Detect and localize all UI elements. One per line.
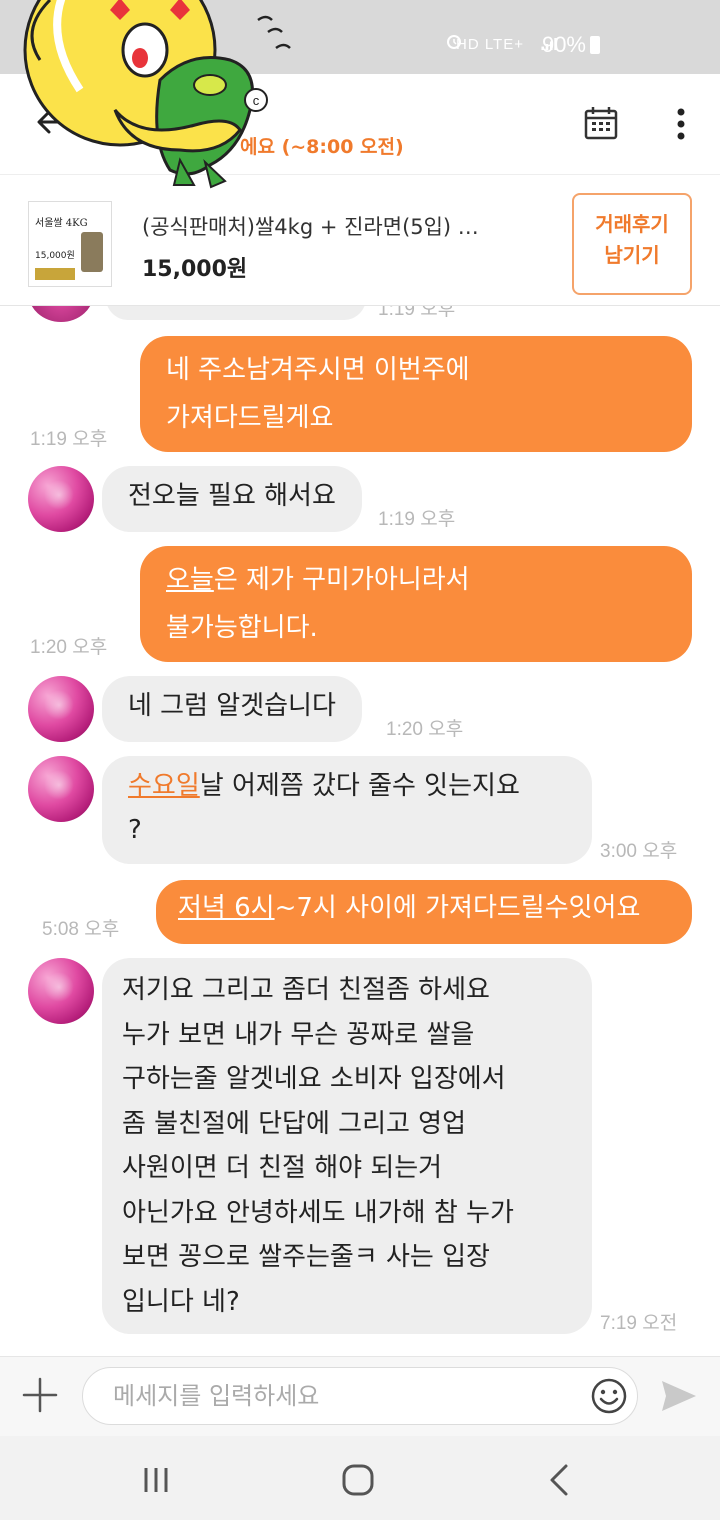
header-subtitle: 에요 (~8:00 오전) (240, 136, 404, 158)
message-time: 1:19 오후 (30, 429, 108, 450)
product-price: 15,000원 (142, 257, 248, 282)
message-line: 좀 불친절에 단답에 그리고 영업 (122, 1108, 467, 1139)
message-time: 1:20 오후 (30, 637, 108, 658)
message-time: 7:19 오전 (600, 1313, 678, 1334)
message-line: 불가능합니다. (166, 613, 318, 644)
nav-home-icon[interactable] (338, 1460, 378, 1500)
message-line: 수요일날 어제쯤 갔다 줄수 잇는지요 (128, 764, 566, 808)
my-message-bubble[interactable]: 저녁 6시~7시 사이에 가져다드릴수잇어요 (156, 880, 692, 944)
message-line: 입니다 네? (122, 1286, 240, 1317)
message-line: 구하는줄 알겟네요 소비자 입장에서 (122, 1064, 506, 1094)
back-arrow-icon[interactable] (32, 104, 68, 140)
message-line: 가져다드릴게요 (166, 403, 334, 434)
message-line-rest: ~7시 사이에 가져다드릴수잇어요 (274, 893, 641, 923)
underlined-keyword[interactable]: 수요일 (128, 771, 200, 801)
partner-avatar[interactable] (28, 676, 94, 742)
status-bar: KT HD LTE+ 90% (0, 0, 720, 74)
rice-bag-image (81, 232, 103, 272)
emoji-icon[interactable] (590, 1377, 628, 1415)
message-line: 누가 보면 내가 무슨 꽁짜로 쌀을 (122, 1019, 475, 1050)
calendar-icon[interactable] (582, 104, 620, 142)
more-vertical-icon[interactable] (668, 104, 694, 144)
nav-back-icon[interactable] (540, 1460, 580, 1500)
write-review-button[interactable]: 거래후기 남기기 (572, 193, 692, 295)
review-button-line-1: 거래후기 (595, 212, 669, 236)
message-line: 네 그럼 알겟습니다 (128, 691, 336, 721)
message-time: 3:00 오후 (600, 841, 678, 862)
thumb-price: 15,000원 (35, 251, 75, 261)
partner-message-bubble[interactable]: 네 그럼 알겟습니다 (102, 676, 362, 742)
product-title[interactable]: (공식판매처)쌀4kg + 진라면(5입) … (142, 211, 479, 241)
message-line: 전오늘 필요 해서요 (128, 481, 336, 511)
partner-avatar[interactable] (28, 466, 94, 532)
partner-message-bubble[interactable]: 전오늘 필요 해서요 (102, 466, 362, 532)
chat-messages[interactable]: 1:19 오후 1:19 오후 네 주소남겨주시면 이번주에 가져다드릴게요 전… (0, 306, 720, 1356)
message-line: 저기요 그리고 좀더 친절좀 하세요 (122, 975, 490, 1005)
message-time: 5:08 오후 (42, 919, 120, 940)
partner-avatar[interactable] (28, 756, 94, 822)
underlined-keyword[interactable]: 오늘 (166, 565, 214, 595)
battery-label: 90% (541, 32, 586, 57)
my-message-bubble[interactable]: 네 주소남겨주시면 이번주에 가져다드릴게요 (140, 336, 692, 452)
partner-avatar[interactable] (28, 958, 94, 1024)
message-line-rest: 은 제가 구미가아니라서 (213, 565, 470, 595)
my-message-bubble[interactable]: 오늘은 제가 구미가아니라서 불가능합니다. (140, 546, 692, 662)
nav-recent-icon[interactable] (136, 1460, 176, 1500)
partial-message (106, 306, 366, 320)
system-nav-bar (0, 1436, 720, 1520)
message-line: ? (128, 815, 142, 846)
product-thumbnail[interactable]: 서울쌀 4KG 15,000원 (28, 201, 112, 287)
message-line: 저녁 6시~7시 사이에 가져다드릴수잇어요 (178, 884, 666, 932)
review-button-line-2: 남기기 (604, 243, 660, 267)
plus-icon[interactable] (20, 1375, 60, 1415)
message-line: 네 주소남겨주시면 이번주에 (166, 355, 470, 385)
message-line: 사원이면 더 친절 해야 되는거 (122, 1153, 443, 1183)
thumb-brand: 서울쌀 4KG (35, 218, 88, 229)
message-time: 1:19 오후 (378, 509, 456, 530)
send-icon[interactable] (658, 1375, 700, 1417)
network-label: HD LTE+ (456, 36, 524, 53)
thumb-label-image (35, 268, 75, 280)
underlined-keyword[interactable]: 저녁 6시 (178, 893, 275, 923)
message-input-bar (0, 1356, 720, 1436)
battery-icon (590, 36, 600, 54)
product-card[interactable]: 서울쌀 4KG 15,000원 (공식판매처)쌀4kg + 진라면(5입) … … (0, 174, 720, 306)
carrier-label: KT (44, 30, 73, 55)
message-input[interactable] (82, 1367, 638, 1425)
message-line-rest: 날 어제쯤 갔다 줄수 잇는지요 (199, 771, 520, 801)
message-line: 아닌가요 안녕하세도 내가해 참 누가 (122, 1197, 514, 1228)
message-time: 1:20 오후 (386, 719, 464, 740)
partial-avatar (28, 306, 94, 322)
partner-message-bubble[interactable]: 저기요 그리고 좀더 친절좀 하세요 누가 보면 내가 무슨 꽁짜로 쌀을 구하… (102, 958, 592, 1334)
chat-header: 에요 (~8:00 오전) (0, 74, 720, 174)
message-line: 보면 꽁으로 쌀주는줄ㅋ 사는 입장 (122, 1242, 490, 1272)
message-time: 1:19 오후 (378, 306, 456, 320)
partner-message-bubble[interactable]: 수요일날 어제쯤 갔다 줄수 잇는지요 ? (102, 756, 592, 864)
message-line: 오늘은 제가 구미가아니라서 (166, 556, 666, 604)
